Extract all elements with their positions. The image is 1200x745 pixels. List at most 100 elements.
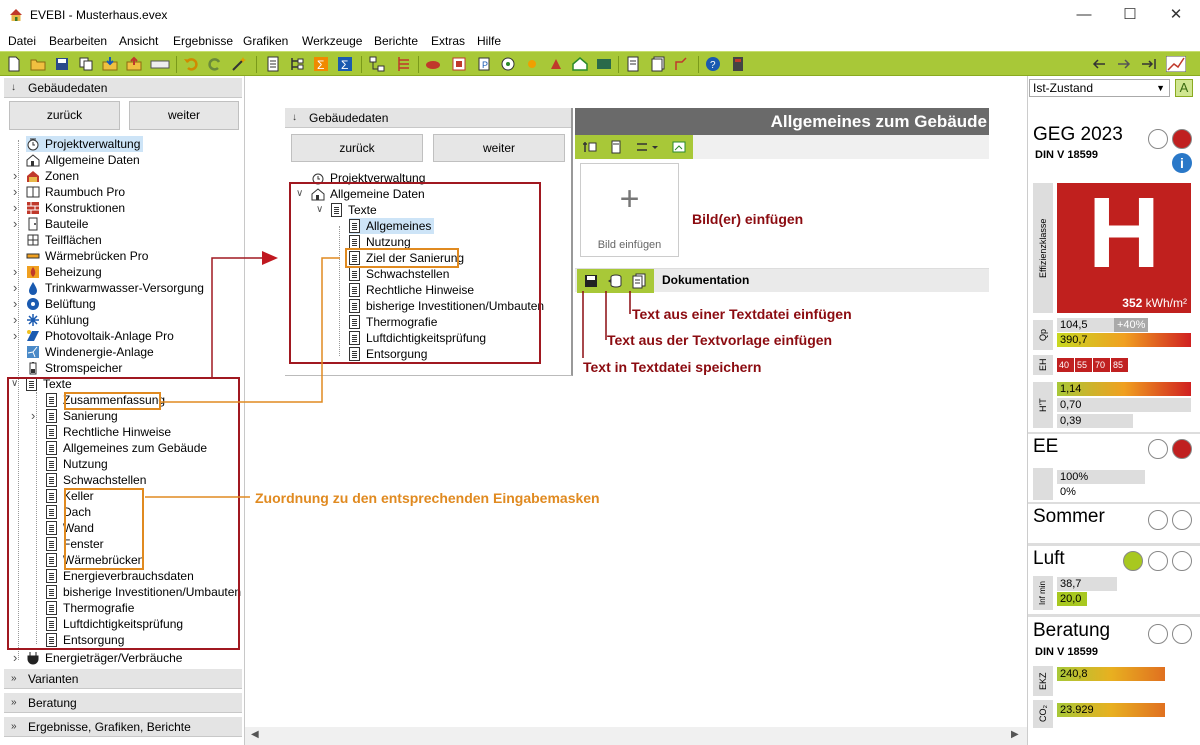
tree-item-waermebruecken[interactable]: Wärmebrücken Pro: [26, 248, 151, 264]
tree-item-projekt[interactable]: Projektverwaltung: [26, 136, 144, 152]
grid-icon[interactable]: [596, 56, 612, 72]
help-icon[interactable]: ?: [705, 56, 721, 72]
tree-item-wind[interactable]: Windenergie-Anlage: [26, 344, 157, 360]
undo-icon[interactable]: [183, 56, 199, 72]
efficiency-grade: H: [1087, 177, 1161, 289]
documentation-label: Dokumentation: [662, 273, 750, 287]
menu-bearbeiten[interactable]: Bearbeiten: [49, 34, 107, 48]
svg-text:Σ: Σ: [317, 58, 324, 72]
horizontal-scrollbar[interactable]: ◀ ▶: [245, 727, 1027, 745]
menu-extras[interactable]: Extras: [431, 34, 465, 48]
tree-item-kuehlung[interactable]: Kühlung: [26, 312, 92, 328]
menu-berichte[interactable]: Berichte: [374, 34, 418, 48]
toolbar-separator: [256, 56, 257, 73]
back-button[interactable]: zurück: [9, 101, 120, 130]
next-button[interactable]: weiter: [129, 101, 239, 130]
sommer-circle-2: [1172, 510, 1192, 530]
sum-orange-icon[interactable]: Σ: [313, 56, 329, 72]
menu-werkzeuge[interactable]: Werkzeuge: [302, 34, 362, 48]
hierarchy-icon[interactable]: [289, 56, 305, 72]
tree-item-strom[interactable]: Stromspeicher: [26, 360, 125, 376]
tree-item-bauteile[interactable]: Bauteile: [26, 216, 91, 232]
variant-icon[interactable]: [674, 56, 690, 72]
expand-closed-icon[interactable]: ›: [13, 168, 17, 184]
menu-datei[interactable]: Datei: [8, 34, 36, 48]
expand-closed-icon[interactable]: ›: [13, 216, 17, 232]
inf-bar-2: 20,0: [1057, 592, 1087, 606]
heat-icon[interactable]: [548, 56, 564, 72]
add-image-tile: + Bild einfügen: [580, 163, 679, 257]
tree-item-konstruktionen[interactable]: Konstruktionen: [26, 200, 128, 216]
compass-icon[interactable]: [500, 56, 516, 72]
tree-item-allgemein[interactable]: Allgemeine Daten: [26, 152, 143, 168]
close-icon[interactable]: ✕: [1164, 4, 1188, 26]
pages-icon[interactable]: [650, 56, 666, 72]
expand-closed-icon[interactable]: ›: [13, 264, 17, 280]
scroll-right-icon[interactable]: ▶: [1011, 729, 1019, 740]
save-icon[interactable]: [54, 56, 70, 72]
expand-closed-icon[interactable]: ›: [13, 280, 17, 296]
copy-icon[interactable]: [78, 56, 94, 72]
maximize-icon[interactable]: ☐: [1118, 4, 1142, 26]
section-label: Beratung: [28, 696, 77, 710]
chart-icon[interactable]: [1166, 56, 1186, 72]
section-gebaeudedaten[interactable]: ↓ Gebäudedaten: [4, 78, 242, 98]
state-a-button[interactable]: A: [1175, 79, 1193, 97]
house-icon[interactable]: [572, 56, 588, 72]
tree-item-label: Wärmebrücken Pro: [45, 249, 149, 263]
clock-icon: [27, 138, 39, 151]
calculator-icon[interactable]: [730, 56, 746, 72]
wind-turbine-icon: [27, 346, 39, 358]
tree-item-raumbuch[interactable]: Raumbuch Pro: [26, 184, 128, 200]
tree-item-trinkwarm[interactable]: Trinkwarmwasser-Versorgung: [26, 280, 207, 296]
tree-item-label: Zonen: [45, 169, 80, 183]
tree-item-energietraeger[interactable]: Energieträger/Verbräuche: [26, 650, 185, 666]
section-ergebnisse[interactable]: » Ergebnisse, Grafiken, Berichte: [4, 717, 242, 737]
arrow-to-end-icon[interactable]: [1141, 56, 1157, 72]
toolbar: Σ Σ P ?: [0, 51, 1200, 76]
sum-blue-icon[interactable]: Σ: [337, 56, 353, 72]
scroll-left-icon[interactable]: ◀: [251, 729, 259, 740]
tree-item-belueftung[interactable]: Belüftung: [26, 296, 99, 312]
redo-icon[interactable]: [207, 56, 223, 72]
menu-ansicht[interactable]: Ansicht: [119, 34, 158, 48]
tree-item-pv[interactable]: Photovoltaik-Anlage Pro: [26, 328, 177, 344]
expand-closed-icon[interactable]: ›: [13, 650, 17, 666]
zfhu-icon[interactable]: [150, 56, 170, 72]
sun-icon[interactable]: [524, 56, 540, 72]
wizard-icon[interactable]: [231, 56, 247, 72]
menu-hilfe[interactable]: Hilfe: [477, 34, 501, 48]
open-folder-icon[interactable]: [30, 56, 46, 72]
arrow-right-icon[interactable]: [1116, 56, 1132, 72]
report-icon[interactable]: [265, 56, 281, 72]
expand-closed-icon[interactable]: ›: [13, 328, 17, 344]
qp-bar-1b: +40%: [1114, 318, 1148, 332]
arrow-left-icon[interactable]: [1091, 56, 1107, 72]
expand-closed-icon[interactable]: ›: [13, 184, 17, 200]
expand-closed-icon[interactable]: ›: [13, 200, 17, 216]
ventilation-icon: [27, 298, 39, 310]
structure-icon[interactable]: [369, 56, 385, 72]
report-edit-icon[interactable]: [626, 56, 642, 72]
cloud-icon[interactable]: [425, 56, 441, 72]
minimize-icon[interactable]: —: [1072, 4, 1096, 26]
menu-grafiken[interactable]: Grafiken: [243, 34, 288, 48]
new-file-icon[interactable]: [6, 56, 22, 72]
state-select[interactable]: Ist-Zustand ▼: [1029, 79, 1170, 97]
section-beratung[interactable]: » Beratung: [4, 693, 242, 713]
expand-closed-icon[interactable]: ›: [13, 312, 17, 328]
section-varianten[interactable]: » Varianten: [4, 669, 242, 689]
building-icon[interactable]: [451, 56, 467, 72]
tree-item-teilflaechen[interactable]: Teilflächen: [26, 232, 105, 248]
svg-text:P: P: [482, 60, 488, 70]
tree-item-beheizung[interactable]: Beheizung: [26, 264, 105, 280]
import-icon[interactable]: [102, 56, 118, 72]
info-icon[interactable]: i: [1172, 153, 1192, 173]
tree-item-zonen[interactable]: Zonen: [26, 168, 82, 184]
export-icon[interactable]: [126, 56, 142, 72]
menu-ergebnisse[interactable]: Ergebnisse: [173, 34, 233, 48]
expand-closed-icon[interactable]: ›: [13, 296, 17, 312]
info-sheet-icon[interactable]: P: [476, 56, 492, 72]
list-icon[interactable]: [396, 56, 412, 72]
section-label: Varianten: [28, 672, 79, 686]
